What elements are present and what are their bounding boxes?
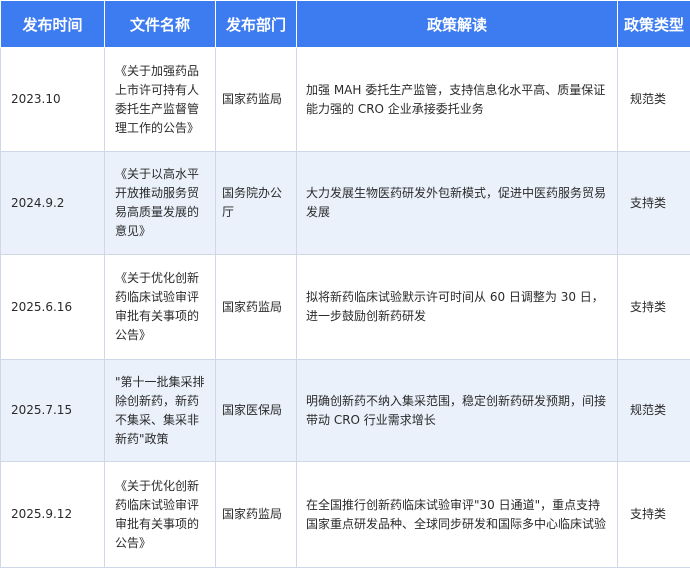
cell-department: 国家药监局	[215, 254, 297, 360]
policy-table: 发布时间 文件名称 发布部门 政策解读 政策类型 2023.10 《关于加强药品…	[0, 0, 690, 568]
cell-interpretation: 在全国推行创新药临床试验审评"30 日通道"，重点支持国家重点研发品种、全球同步…	[296, 461, 618, 568]
cell-interpretation: 明确创新药不纳入集采范围，稳定创新药研发预期，间接带动 CRO 行业需求增长	[296, 359, 618, 462]
cell-interpretation: 拟将新药临床试验默示许可时间从 60 日调整为 30 日，进一步鼓励创新药研发	[296, 254, 618, 360]
cell-department: 国家药监局	[215, 47, 297, 152]
cell-document-name: 《关于优化创新药临床试验审评审批有关事项的公告》	[104, 254, 216, 360]
header-policy-type: 政策类型	[617, 0, 690, 48]
cell-policy-type: 规范类	[617, 47, 690, 152]
table-header: 发布时间 文件名称 发布部门 政策解读 政策类型	[0, 0, 690, 48]
cell-department: 国务院办公厅	[215, 151, 297, 255]
policy-table-container: 发布时间 文件名称 发布部门 政策解读 政策类型 2023.10 《关于加强药品…	[0, 0, 690, 570]
cell-date: 2023.10	[0, 47, 105, 152]
cell-date: 2024.9.2	[0, 151, 105, 255]
table-row: 2025.9.12 《关于优化创新药临床试验审评审批有关事项的公告》 国家药监局…	[0, 461, 690, 568]
cell-document-name: 《关于加强药品上市许可持有人委托生产监督管理工作的公告》	[104, 47, 216, 152]
cell-policy-type: 支持类	[617, 151, 690, 255]
header-policy-interpretation: 政策解读	[296, 0, 618, 48]
table-row: 2023.10 《关于加强药品上市许可持有人委托生产监督管理工作的公告》 国家药…	[0, 47, 690, 152]
cell-department: 国家医保局	[215, 359, 297, 462]
table-body: 2023.10 《关于加强药品上市许可持有人委托生产监督管理工作的公告》 国家药…	[0, 47, 690, 568]
cell-date: 2025.6.16	[0, 254, 105, 360]
cell-department: 国家药监局	[215, 461, 297, 568]
cell-document-name: 《关于优化创新药临床试验审评审批有关事项的公告》	[104, 461, 216, 568]
cell-interpretation: 大力发展生物医药研发外包新模式，促进中医药服务贸易发展	[296, 151, 618, 255]
cell-document-name: "第十一批集采排除创新药，新药不集采、集采非新药"政策	[104, 359, 216, 462]
cell-interpretation: 加强 MAH 委托生产监管，支持信息化水平高、质量保证能力强的 CRO 企业承接…	[296, 47, 618, 152]
table-row: 2024.9.2 《关于以高水平开放推动服务贸易高质量发展的意见》 国务院办公厅…	[0, 151, 690, 255]
header-release-date: 发布时间	[0, 0, 105, 48]
table-row: 2025.6.16 《关于优化创新药临床试验审评审批有关事项的公告》 国家药监局…	[0, 254, 690, 360]
header-document-name: 文件名称	[104, 0, 216, 48]
cell-date: 2025.7.15	[0, 359, 105, 462]
cell-date: 2025.9.12	[0, 461, 105, 568]
header-row: 发布时间 文件名称 发布部门 政策解读 政策类型	[0, 0, 690, 48]
cell-policy-type: 支持类	[617, 254, 690, 360]
cell-policy-type: 支持类	[617, 461, 690, 568]
header-issuing-department: 发布部门	[215, 0, 297, 48]
cell-document-name: 《关于以高水平开放推动服务贸易高质量发展的意见》	[104, 151, 216, 255]
cell-policy-type: 规范类	[617, 359, 690, 462]
table-row: 2025.7.15 "第十一批集采排除创新药，新药不集采、集采非新药"政策 国家…	[0, 359, 690, 462]
